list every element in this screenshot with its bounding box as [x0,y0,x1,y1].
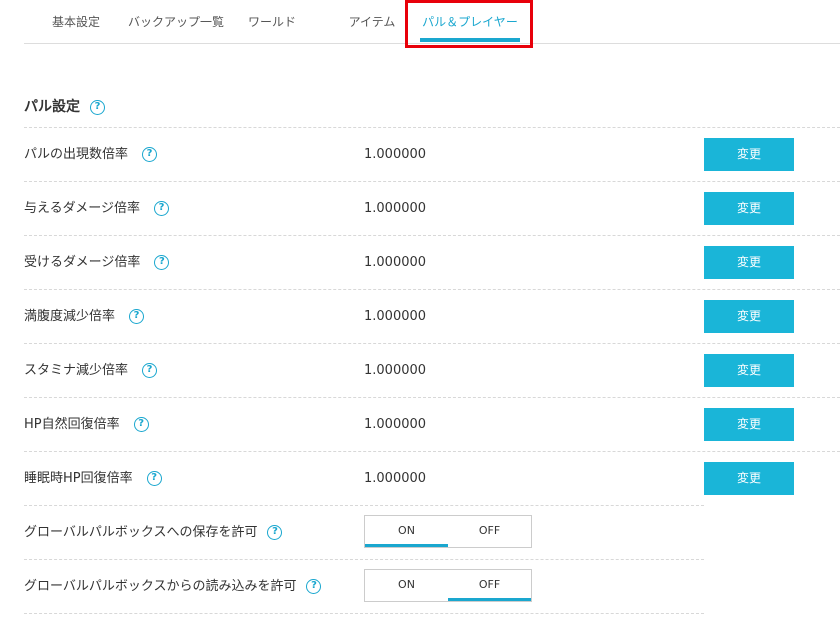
setting-row-hunger-decrease-rate: 満腹度減少倍率? 1.000000 変更 [24,289,840,343]
toggle-on-option[interactable]: ON [365,570,448,601]
tab-bar: 基本設定 バックアップ一覧 ワールド アイテム パル＆プレイヤー [24,0,840,44]
tab-basic-settings[interactable]: 基本設定 [52,0,100,44]
change-button[interactable]: 変更 [704,462,794,495]
toggle-row-global-palbox-load: グローバルパルボックスからの読み込みを許可? ON OFF [24,559,704,613]
help-icon[interactable]: ? [267,525,283,540]
toggle-off-option[interactable]: OFF [448,570,531,601]
tab-item[interactable]: アイテム [348,0,396,44]
setting-value: 1.000000 [364,363,427,378]
section-title-text: パル設定 [24,99,80,115]
setting-label: HP自然回復倍率? [24,398,149,452]
on-off-toggle: ON OFF [364,569,532,602]
help-icon[interactable]: ? [133,417,149,432]
setting-value: 1.000000 [364,201,427,216]
toggle-on-option[interactable]: ON [365,516,448,547]
on-off-toggle: ON OFF [364,515,532,548]
setting-label: 受けるダメージ倍率? [24,236,170,290]
help-icon[interactable]: ? [153,201,169,216]
help-icon[interactable]: ? [129,309,145,324]
setting-row-hp-regen-rate: HP自然回復倍率? 1.000000 変更 [24,397,840,451]
tab-backup-list[interactable]: バックアップ一覧 [128,0,224,44]
help-icon[interactable]: ? [142,363,158,378]
setting-label: パルの出現数倍率? [24,128,158,182]
tab-world[interactable]: ワールド [248,0,296,44]
help-icon[interactable]: ? [142,147,158,162]
change-button[interactable]: 変更 [704,408,794,441]
change-button[interactable]: 変更 [704,246,794,279]
setting-value: 1.000000 [364,309,427,324]
change-button[interactable]: 変更 [704,300,794,333]
change-button[interactable]: 変更 [704,192,794,225]
section-title: パル設定? [24,96,105,118]
setting-label: グローバルパルボックスへの保存を許可? [24,506,283,560]
setting-label: 満腹度減少倍率? [24,290,145,344]
setting-row-damage-taken-rate: 受けるダメージ倍率? 1.000000 変更 [24,235,840,289]
change-button[interactable]: 変更 [704,354,794,387]
setting-label: 与えるダメージ倍率? [24,182,169,236]
tab-pal-and-player-label: パル＆プレイヤー [422,15,518,29]
help-icon[interactable]: ? [154,255,170,270]
help-icon[interactable]: ? [90,99,105,115]
active-tab-indicator [420,38,520,42]
setting-value: 1.000000 [364,417,427,432]
setting-label: グローバルパルボックスからの読み込みを許可? [24,560,322,614]
toggle-row-global-palbox-save: グローバルパルボックスへの保存を許可? ON OFF [24,505,704,559]
setting-label: スタミナ減少倍率? [24,344,158,398]
row-divider [24,613,704,614]
tab-pal-and-player[interactable]: パル＆プレイヤー [420,0,520,44]
setting-row-stamina-decrease-rate: スタミナ減少倍率? 1.000000 変更 [24,343,840,397]
setting-value: 1.000000 [364,147,427,162]
setting-value: 1.000000 [364,471,427,486]
help-icon[interactable]: ? [306,579,322,594]
setting-label: 睡眠時HP回復倍率? [24,452,162,506]
help-icon[interactable]: ? [146,471,162,486]
toggle-off-option[interactable]: OFF [448,516,531,547]
setting-value: 1.000000 [364,255,427,270]
change-button[interactable]: 変更 [704,138,794,171]
setting-row-pal-spawn-rate: パルの出現数倍率? 1.000000 変更 [24,127,840,181]
setting-row-sleep-hp-regen-rate: 睡眠時HP回復倍率? 1.000000 変更 [24,451,840,505]
setting-row-damage-dealt-rate: 与えるダメージ倍率? 1.000000 変更 [24,181,840,235]
